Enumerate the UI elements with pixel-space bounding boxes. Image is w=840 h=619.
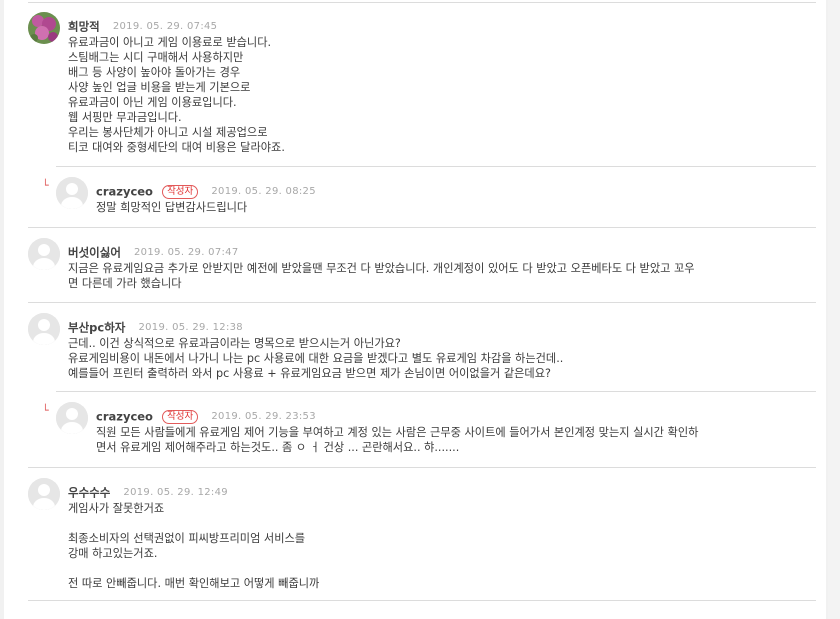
avatar[interactable] — [28, 238, 60, 270]
avatar[interactable] — [56, 402, 88, 434]
divider — [56, 166, 816, 167]
comment-text: 근데.. 이건 상식적으로 유료과금이라는 명목으로 받으시는거 아닌가요? 유… — [68, 337, 564, 380]
comment-date: 2019. 05. 29. 07:45 — [112, 21, 218, 32]
reply-item: └ crazyceo 작성자 2019. 05. 29. 08:25 정말 희망… — [42, 177, 816, 221]
divider — [56, 391, 816, 392]
comment-item: 부산pc하자 2019. 05. 29. 12:38 근데.. 이건 상식적으로… — [28, 313, 816, 389]
comment-item: 버섯이싫어 2019. 05. 29. 07:47 지금은 유료게임요금 추가로… — [28, 238, 816, 298]
comment-text: 직원 모든 사람들에게 유료게임 제어 기능을 부여하고 계정 있는 사람은 근… — [96, 426, 699, 454]
comment-author[interactable]: crazyceo — [96, 185, 153, 199]
author-badge: 작성자 — [162, 184, 199, 199]
divider — [28, 227, 816, 228]
comment-text: 지금은 유료게임요금 추가로 안받지만 예전에 받았을땐 무조건 다 받았습니다… — [68, 262, 695, 290]
scrollbar[interactable] — [828, 0, 840, 619]
avatar[interactable] — [28, 12, 60, 44]
comment-author[interactable]: 희망적 — [68, 20, 100, 34]
comment-date: 2019. 05. 29. 07:47 — [134, 247, 239, 258]
reply-arrow-icon: └ — [42, 179, 49, 192]
avatar[interactable] — [28, 313, 60, 345]
comment-date: 2019. 05. 29. 08:25 — [211, 186, 316, 197]
avatar[interactable] — [56, 177, 88, 209]
comment-item: 우수수수 2019. 05. 29. 12:49 게임사가 잘못한거죠 최종소비… — [28, 478, 816, 596]
divider — [28, 2, 816, 3]
comment-list: 희망적 2019. 05. 29. 07:45 유료과금이 아니고 게임 이용료… — [4, 0, 826, 619]
avatar[interactable] — [28, 478, 60, 510]
comment-date: 2019. 05. 29. 23:53 — [211, 411, 316, 422]
comment-date: 2019. 05. 29. 12:49 — [123, 487, 228, 498]
reply-arrow-icon: └ — [42, 404, 49, 417]
comment-author[interactable]: crazyceo — [96, 410, 153, 424]
reply-item: └ crazyceo 작성자 2019. 05. 29. 23:53 직원 모든… — [42, 402, 816, 462]
comment-author[interactable]: 우수수수 — [68, 486, 110, 500]
comment-text: 정말 희망적인 답변감사드립니다 — [96, 201, 248, 214]
comment-date: 2019. 05. 29. 12:38 — [138, 322, 243, 333]
divider — [28, 467, 816, 468]
comment-item: 희망적 2019. 05. 29. 07:45 유료과금이 아니고 게임 이용료… — [28, 12, 816, 160]
comment-text: 게임사가 잘못한거죠 최종소비자의 선택권없이 피씨방프리미엄 서비스를 강매 … — [68, 502, 320, 590]
comment-author[interactable]: 부산pc하자 — [68, 321, 125, 335]
author-badge: 작성자 — [162, 409, 199, 424]
divider — [28, 600, 816, 601]
comment-text: 유료과금이 아니고 게임 이용료로 받습니다. 스팀배그는 시디 구매해서 사용… — [68, 36, 285, 154]
comment-author[interactable]: 버섯이싫어 — [68, 246, 121, 260]
divider — [28, 302, 816, 303]
